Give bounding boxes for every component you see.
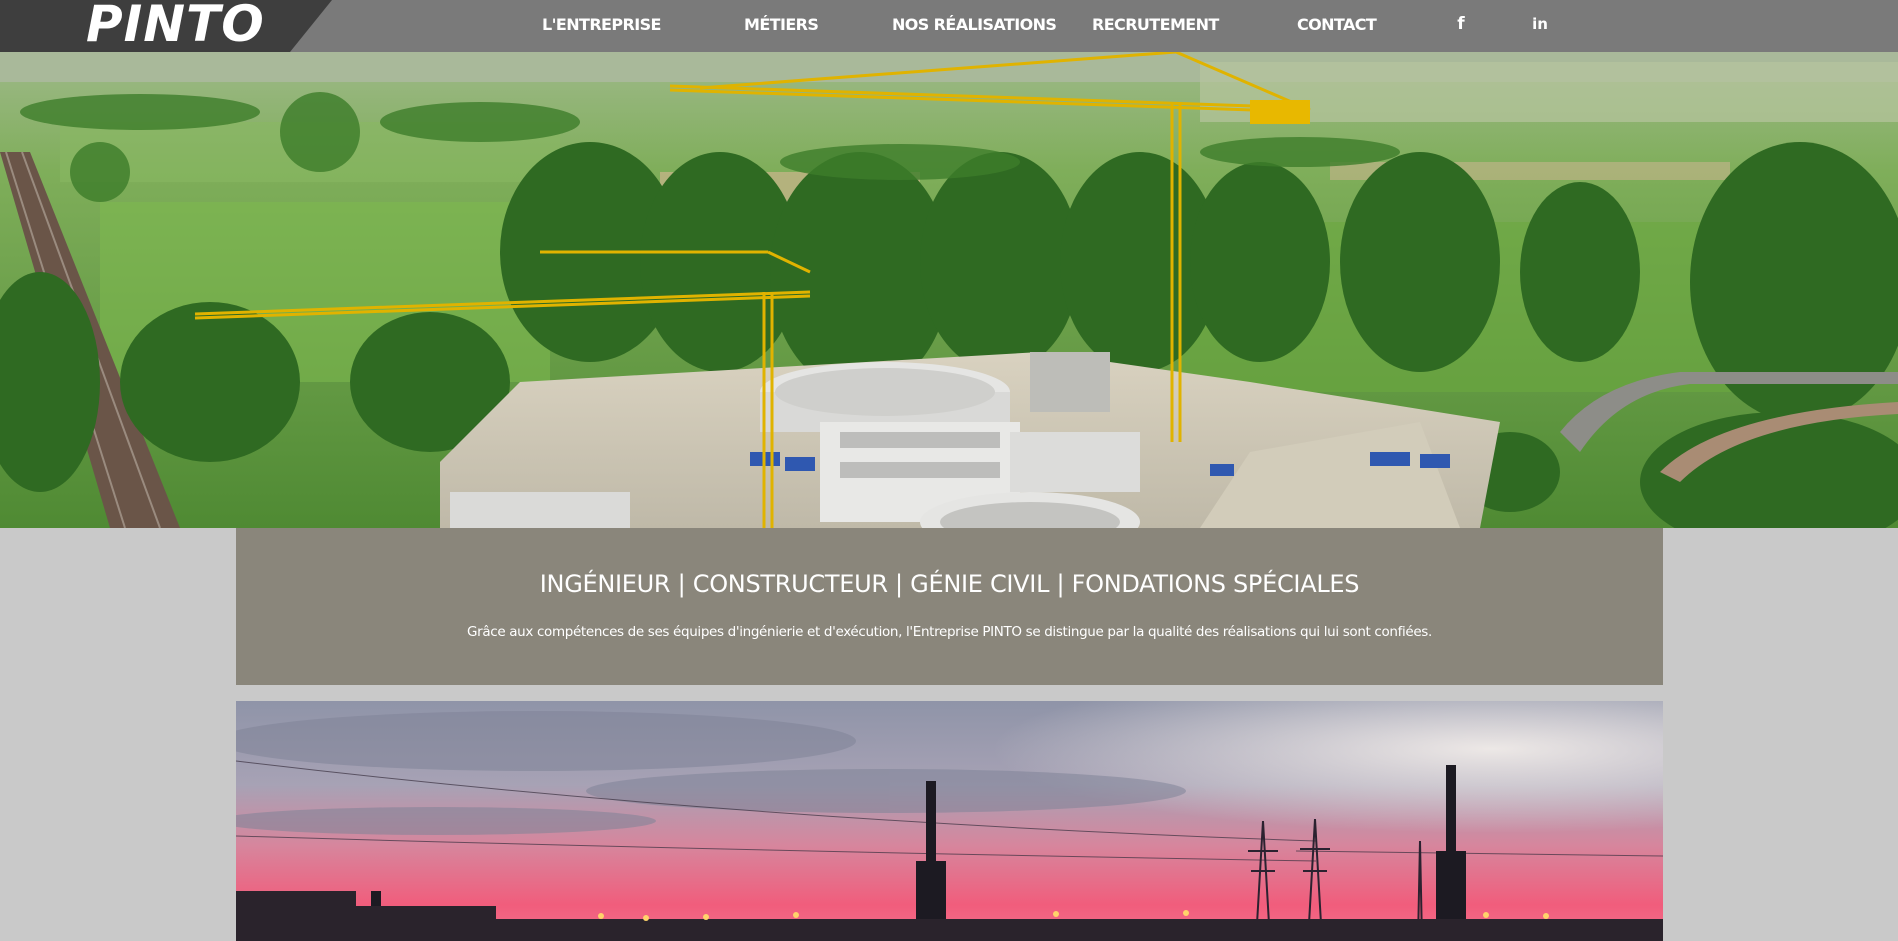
nav-item-metiers[interactable]: MÉTIERS — [744, 13, 819, 37]
nav-item-recrutement[interactable]: RECRUTEMENT — [1092, 13, 1219, 37]
top-navigation-bar: PINTO L'ENTREPRISE MÉTIERS NOS RÉALISATI… — [0, 0, 1898, 53]
hero-construction-site-photo — [0, 52, 1898, 528]
facebook-icon[interactable]: f — [1449, 12, 1473, 36]
linkedin-icon[interactable]: in — [1528, 12, 1552, 36]
intro-description: Grâce aux compétences de ses équipes d'i… — [467, 624, 1432, 640]
nav-item-contact[interactable]: CONTACT — [1297, 13, 1377, 37]
nav-item-entreprise[interactable]: L'ENTREPRISE — [542, 13, 661, 37]
intro-section: INGÉNIEUR | CONSTRUCTEUR | GÉNIE CIVIL |… — [236, 528, 1663, 685]
intro-title: INGÉNIEUR | CONSTRUCTEUR | GÉNIE CIVIL |… — [539, 570, 1360, 598]
sunset-drilling-rigs-photo — [236, 701, 1663, 941]
logo-link[interactable]: PINTO — [0, 0, 332, 53]
foundations-sunset-image — [236, 701, 1663, 941]
nav-item-realisations[interactable]: NOS RÉALISATIONS — [892, 13, 1057, 37]
hero-image — [0, 52, 1898, 528]
logo: PINTO — [86, 0, 265, 53]
